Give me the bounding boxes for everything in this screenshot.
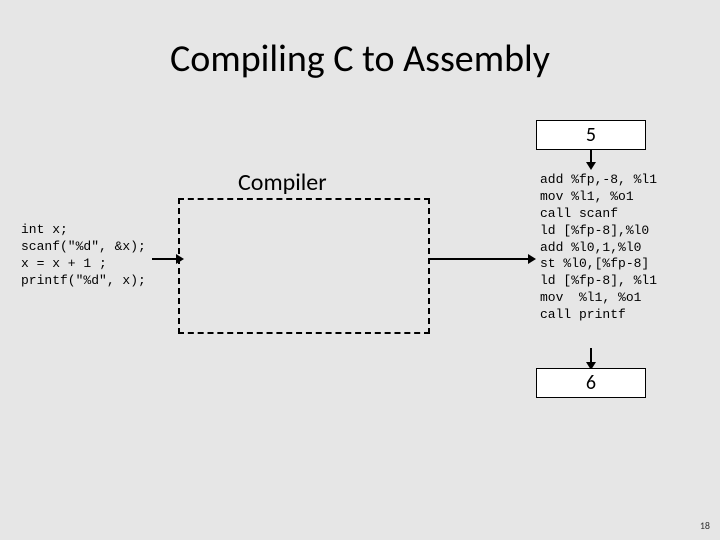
page-number: 18 bbox=[700, 519, 710, 532]
output-box: 6 bbox=[536, 368, 646, 398]
output-value: 6 bbox=[586, 371, 596, 395]
arrow-input-to-asm bbox=[590, 150, 592, 164]
assembly-code: add %fp,-8, %l1 mov %l1, %o1 call scanf … bbox=[540, 172, 657, 324]
arrow-compiler-to-asm bbox=[430, 258, 530, 260]
input-value: 5 bbox=[586, 123, 596, 147]
arrow-asm-to-output bbox=[590, 348, 592, 364]
arrow-c-to-compiler bbox=[152, 258, 178, 260]
page-title: Compiling C to Assembly bbox=[0, 36, 720, 82]
compiler-box bbox=[178, 198, 430, 334]
input-box: 5 bbox=[536, 120, 646, 150]
c-source-code: int x; scanf("%d", &x); x = x + 1 ; prin… bbox=[21, 222, 146, 290]
compiler-label: Compiler bbox=[238, 168, 327, 197]
